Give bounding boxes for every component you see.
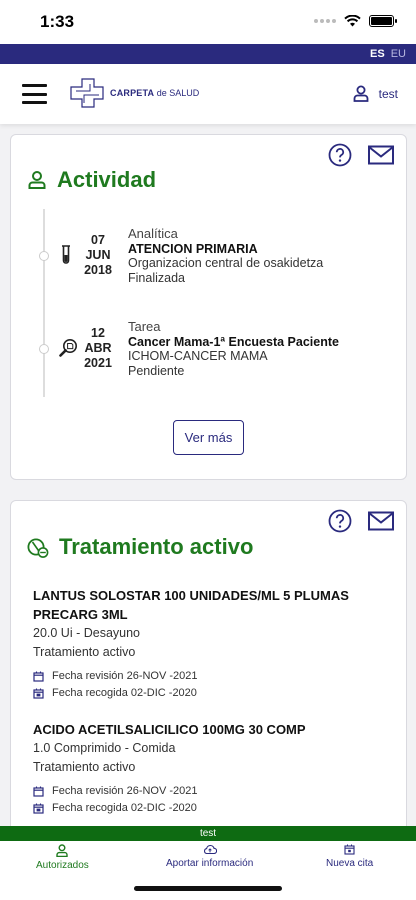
status-bar: 1:33 (0, 0, 416, 44)
activity-date: 07 JUN 2018 (79, 233, 117, 278)
activity-day: 07 (91, 233, 105, 247)
help-icon[interactable] (328, 143, 352, 167)
calendar-icon (33, 671, 44, 682)
activity-month: JUN (85, 248, 111, 262)
treatment-title-text: Tratamiento activo (59, 534, 254, 559)
activity-month: ABR (84, 341, 112, 355)
activity-details: Analítica ATENCION PRIMARIA Organizacion… (128, 226, 324, 285)
medication-item[interactable]: LANTUS SOLOSTAR 100 UNIDADES/ML 5 PLUMAS… (33, 586, 373, 702)
search-document-icon (59, 339, 77, 357)
treatment-card: Tratamiento activo LANTUS SOLOSTAR 100 U… (10, 500, 407, 840)
treatment-title: Tratamiento activo (27, 534, 253, 560)
tab-new-appointment[interactable]: Nueva cita (326, 844, 373, 869)
medication-status: Tratamiento activo (33, 645, 136, 659)
user-menu[interactable]: test (353, 85, 398, 102)
app-header: CARPETA de SALUD test (0, 64, 416, 124)
timeline-line (43, 209, 45, 397)
tab-upload-information[interactable]: Aportar información (166, 844, 253, 869)
carpeta-salud-logo: CARPETA de SALUD (70, 78, 199, 108)
revision-date-text: Fecha revisión 26-NOV -2021 (52, 670, 198, 682)
medication-item[interactable]: ACIDO ACETILSALICILICO 100MG 30 COMP 1.0… (33, 720, 373, 817)
activity-title: Actividad (27, 167, 156, 193)
medication-dose: 1.0 Comprimido - Comida (33, 741, 176, 755)
tab-authorized[interactable]: Autorizados (36, 844, 89, 871)
pickup-date: Fecha recogida 02-DIC -2020 (33, 800, 373, 817)
timeline-dot (39, 344, 49, 354)
medication-status: Tratamiento activo (33, 760, 136, 774)
revision-date-text: Fecha revisión 26-NOV -2021 (52, 785, 198, 797)
battery-icon (369, 15, 397, 27)
person-icon (28, 171, 46, 189)
user-strip: test (0, 826, 416, 841)
logo-text-rest: de SALUD (154, 88, 200, 98)
treatment-card-actions (328, 509, 394, 533)
calendar-icon (344, 844, 355, 855)
user-name: test (378, 86, 398, 101)
calendar-icon (33, 786, 44, 797)
test-tube-icon (62, 245, 70, 264)
status-icons (314, 15, 397, 27)
wifi-icon (344, 15, 361, 27)
activity-organization: ICHOM-CANCER MAMA (128, 349, 268, 363)
signal-icon (314, 19, 336, 23)
activity-item-title: ATENCION PRIMARIA (128, 241, 258, 256)
calendar-check-icon (33, 688, 44, 699)
activity-organization: Organizacion central de osakidetza (128, 256, 324, 270)
pickup-date-text: Fecha recogida 02-DIC -2020 (52, 802, 197, 814)
activity-type: Analítica (128, 226, 178, 241)
home-indicator[interactable] (134, 886, 282, 891)
tab-upload-label: Aportar información (166, 858, 254, 869)
activity-type: Tarea (128, 319, 161, 334)
activity-date: 12 ABR 2021 (79, 326, 117, 371)
revision-date: Fecha revisión 26-NOV -2021 (33, 668, 373, 685)
bottom-tab-bar: Autorizados Aportar información Nueva ci… (0, 841, 416, 900)
revision-date: Fecha revisión 26-NOV -2021 (33, 783, 373, 800)
pickup-date-text: Fecha recogida 02-DIC -2020 (52, 687, 197, 699)
activity-item-title: Cancer Mama-1ª Encuesta Paciente (128, 334, 339, 349)
medication-name: ACIDO ACETILSALICILICO 100MG 30 COMP (33, 722, 306, 737)
medication-name: LANTUS SOLOSTAR 100 UNIDADES/ML 5 PLUMAS… (33, 588, 349, 622)
timeline-dot (39, 251, 49, 261)
language-es[interactable]: ES (370, 48, 385, 60)
help-icon[interactable] (328, 509, 352, 533)
logo-text: CARPETA de SALUD (110, 88, 199, 98)
tab-authorized-label: Autorizados (36, 860, 89, 871)
tab-new-appointment-label: Nueva cita (326, 858, 374, 869)
calendar-check-icon (33, 803, 44, 814)
mail-icon[interactable] (368, 145, 394, 165)
logo-text-bold: CARPETA (110, 88, 155, 98)
pills-icon (27, 538, 49, 558)
activity-status: Pendiente (128, 363, 185, 378)
cloud-upload-icon (203, 844, 217, 855)
menu-icon[interactable] (22, 84, 47, 104)
pickup-date: Fecha recogida 02-DIC -2020 (33, 685, 373, 702)
medication-dose: 20.0 Ui - Desayuno (33, 626, 141, 640)
activity-status: Finalizada (128, 270, 185, 285)
activity-card-actions (328, 143, 394, 167)
activity-card: Actividad 07 JUN 2018 Analítica ATENCION… (10, 134, 407, 480)
mail-icon[interactable] (368, 511, 394, 531)
activity-title-text: Actividad (57, 167, 157, 192)
activity-day: 12 (91, 326, 105, 340)
activity-year: 2021 (84, 356, 112, 370)
user-icon (353, 85, 369, 102)
language-bar: ES EU (0, 44, 416, 64)
activity-year: 2018 (84, 263, 112, 277)
logo-cross-icon (70, 78, 104, 108)
language-eu[interactable]: EU (391, 48, 406, 60)
see-more-button[interactable]: Ver más (173, 420, 244, 455)
person-icon (56, 844, 69, 857)
status-time: 1:33 (40, 12, 75, 31)
activity-details: Tarea Cancer Mama-1ª Encuesta Paciente I… (128, 319, 339, 378)
